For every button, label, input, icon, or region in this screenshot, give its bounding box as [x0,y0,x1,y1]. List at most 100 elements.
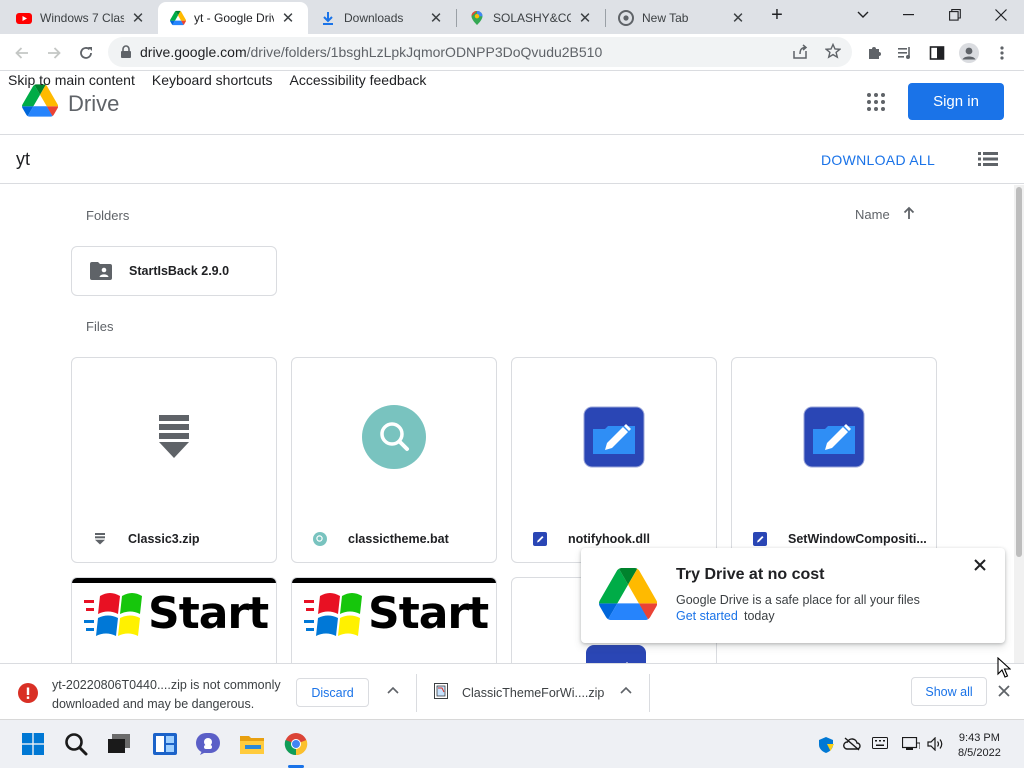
start-thumb-text: Start [148,588,269,639]
content-scrollbar[interactable] [1014,185,1024,663]
sort-ascending-arrow-icon[interactable] [902,206,916,220]
bookmark-star-icon[interactable] [825,43,841,59]
discard-button[interactable]: Discard [296,678,369,707]
edit-file-icon [803,406,865,468]
close-icon[interactable] [974,559,986,571]
forward-button[interactable] [41,40,67,66]
url-host: drive.google.com [140,44,247,60]
extensions-puzzle-icon[interactable] [861,40,887,66]
clock-time: 9:43 PM [958,732,1000,744]
more-menu-icon[interactable] [989,40,1015,66]
start-thumb-text: Start [368,588,489,639]
close-tab-icon[interactable]: ✕ [428,10,444,27]
back-button[interactable] [9,40,35,66]
start-button-image-thumbnail: Start [72,578,276,662]
file-card[interactable]: classictheme.bat [291,357,497,563]
task-view-icon[interactable] [107,732,131,756]
sort-by-name-button[interactable]: Name [855,207,890,222]
close-icon[interactable] [998,685,1010,697]
list-view-icon[interactable] [978,151,998,167]
file-card[interactable]: Start [291,577,497,663]
close-tab-icon[interactable]: ✕ [577,10,593,27]
onedrive-offline-icon[interactable] [843,737,861,751]
file-thumbnail [72,358,276,516]
mouse-cursor-icon [997,657,1011,679]
file-card[interactable]: SetWindowCompositi... [731,357,937,563]
download-icon [320,10,336,26]
network-icon[interactable] [902,737,920,751]
tab-new-tab[interactable]: New Tab ✕ [606,2,758,34]
edit-file-small-icon [532,531,548,547]
chrome-taskbar-icon[interactable] [284,732,308,756]
profile-avatar-icon[interactable] [956,40,982,66]
skip-to-main-link[interactable]: Skip to main content [8,72,135,88]
keyboard-shortcuts-link[interactable]: Keyboard shortcuts [152,72,273,88]
teams-chat-icon[interactable] [196,732,220,756]
google-drive-logo-icon[interactable] [22,84,58,117]
share-icon[interactable] [792,44,808,60]
edit-file-small-icon [752,531,768,547]
google-apps-grid-icon[interactable] [866,92,886,112]
promo-tail-text: today [744,609,775,623]
chevron-up-icon[interactable] [620,686,632,694]
restore-button[interactable] [932,0,978,30]
try-drive-promo: Try Drive at no cost Google Drive is a s… [581,548,1005,643]
download-warning-line: yt-20220806T0440....zip is not commonly [52,678,281,692]
security-shield-icon[interactable] [818,737,834,753]
show-all-button[interactable]: Show all [911,677,987,706]
zip-archive-icon[interactable] [434,683,448,699]
sign-in-button[interactable]: Sign in [908,83,1004,120]
tab-youtube[interactable]: Windows 7 Clas ✕ [4,2,158,34]
address-bar[interactable]: drive.google.com/drive/folders/1bsghLzLp… [108,37,852,67]
download-file-name[interactable]: ClassicThemeForWi....zip [462,686,604,700]
get-started-link[interactable]: Get started [676,609,738,623]
youtube-icon [16,10,32,26]
widgets-icon[interactable] [153,732,177,756]
download-warning-text: yt-20220806T0440....zip is not commonly … [52,676,297,714]
reload-button[interactable] [73,40,99,66]
file-name: Classic3.zip [128,532,200,546]
file-name: SetWindowCompositi... [788,532,927,546]
skip-links: Skip to main content Keyboard shortcuts … [8,72,426,88]
file-card[interactable]: Start [71,577,277,663]
windows-flag-logo-icon [84,593,142,636]
tab-search-chevron-icon[interactable] [840,0,886,30]
side-panel-icon[interactable] [924,40,950,66]
folder-name: StartIsBack 2.9.0 [129,264,230,278]
close-tab-icon[interactable]: ✕ [730,10,746,27]
download-separator [649,674,650,712]
promo-title: Try Drive at no cost [676,566,825,583]
volume-icon[interactable] [927,737,945,751]
lock-icon[interactable] [120,45,132,59]
keyboard-icon[interactable] [872,737,888,749]
file-thumbnail [512,358,716,516]
file-card[interactable]: Classic3.zip [71,357,277,563]
media-control-icon[interactable] [892,40,918,66]
folder-title: yt [16,149,31,169]
drive-logo-text[interactable]: Drive [68,91,119,117]
chevron-up-icon[interactable] [387,686,399,694]
file-card[interactable]: notifyhook.dll [511,357,717,563]
shared-folder-icon [90,262,112,280]
tab-downloads[interactable]: Downloads ✕ [308,2,456,34]
minimize-button[interactable] [886,0,932,30]
search-icon[interactable] [64,732,88,756]
file-explorer-icon[interactable] [240,732,264,756]
tab-google-drive[interactable]: yt - Google Driv ✕ [158,2,308,34]
close-tab-icon[interactable]: ✕ [280,10,296,27]
scrollbar-thumb[interactable] [1016,187,1022,557]
system-clock[interactable]: 9:43 PM 8/5/2022 [958,731,1001,761]
accessibility-feedback-link[interactable]: Accessibility feedback [289,72,426,88]
file-thumbnail [292,358,496,516]
download-all-button[interactable]: DOWNLOAD ALL [821,152,935,168]
folder-card[interactable]: StartIsBack 2.9.0 [71,246,277,296]
tab-title: SOLASHY&CO - [493,11,571,25]
clock-date: 8/5/2022 [958,747,1001,759]
windows-start-icon[interactable] [21,732,45,756]
close-tab-icon[interactable]: ✕ [130,10,146,27]
close-window-button[interactable] [978,0,1024,30]
tab-solashy[interactable]: SOLASHY&CO - ✕ [457,2,605,34]
files-section-label: Files [86,319,114,334]
new-tab-button[interactable]: + [760,0,794,30]
zip-file-small-icon [92,531,108,547]
